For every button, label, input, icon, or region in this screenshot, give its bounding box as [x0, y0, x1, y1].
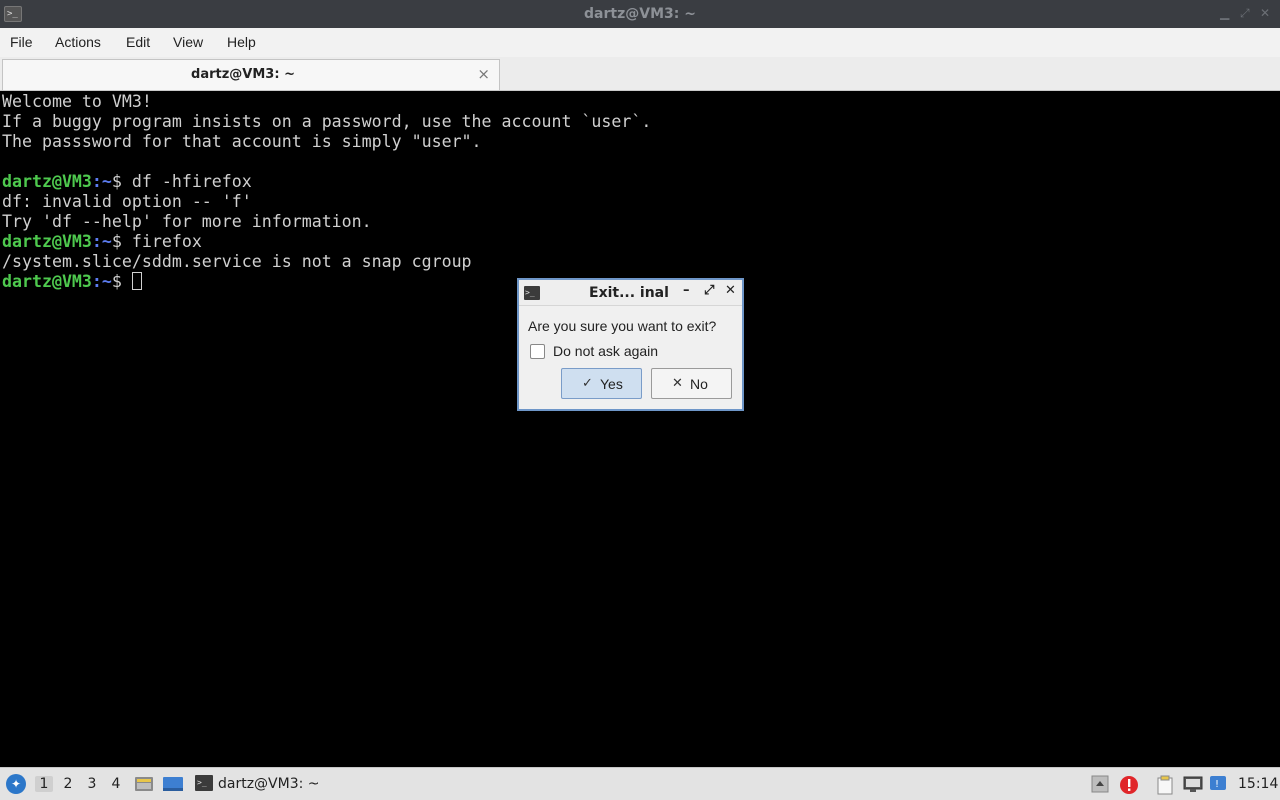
tab-close-icon[interactable]: ×	[477, 65, 490, 83]
yes-button[interactable]: ✓ Yes	[561, 368, 642, 399]
terminal-line: /system.slice/sddm.service is not a snap…	[2, 252, 1280, 272]
command-text: $ df -hfirefox	[111, 172, 252, 191]
tab-bar: dartz@VM3: ~ ×	[0, 57, 1280, 91]
do-not-ask-label[interactable]: Do not ask again	[553, 343, 658, 359]
terminal-line: The passsword for that account is simply…	[2, 132, 1280, 152]
text-cursor	[131, 272, 142, 290]
minimize-icon[interactable]: ▁	[1220, 6, 1229, 20]
menu-actions[interactable]: Actions	[55, 34, 101, 50]
terminal-line: Welcome to VM3!	[2, 92, 1280, 112]
dialog-title: Exit... inal	[589, 285, 669, 301]
window-title: dartz@VM3: ~	[584, 6, 696, 22]
menu-view[interactable]: View	[173, 34, 203, 50]
taskbar-task-terminal[interactable]: >_ dartz@VM3: ~	[192, 771, 392, 797]
clipboard-icon[interactable]	[1156, 775, 1174, 795]
update-icon[interactable]: !	[1209, 775, 1227, 793]
output-text: If a buggy program insists on a password…	[2, 112, 652, 131]
output-text: The passsword for that account is simply…	[2, 132, 482, 151]
terminal-line: dartz@VM3:~$ df -hfirefox	[2, 172, 1280, 192]
no-button-label: No	[690, 376, 708, 392]
menu-edit[interactable]: Edit	[126, 34, 150, 50]
terminal-output[interactable]: Welcome to VM3! If a buggy program insist…	[0, 92, 1280, 766]
alert-icon[interactable]	[1119, 775, 1138, 794]
dialog-titlebar[interactable]: >_ Exit... inal – ⤢ ✕	[519, 280, 742, 306]
taskbar: ✦ 1 2 3 4 >_ dartz@VM3: ~ ! 15:14	[0, 767, 1280, 800]
svg-text:!: !	[1215, 779, 1219, 790]
workspace-4[interactable]: 4	[107, 776, 125, 792]
dialog-message: Are you sure you want to exit?	[528, 318, 717, 334]
do-not-ask-checkbox[interactable]	[530, 344, 545, 359]
tab-label: dartz@VM3: ~	[191, 67, 295, 82]
terminal-line: df: invalid option -- 'f'	[2, 192, 1280, 212]
workspace-2[interactable]: 2	[59, 776, 77, 792]
prompt-user: dartz@VM3	[2, 272, 92, 291]
show-desktop-icon[interactable]	[162, 775, 183, 793]
terminal-icon: >_	[524, 286, 540, 300]
prompt-user: dartz@VM3	[2, 232, 92, 251]
maximize-icon[interactable]: ⤢	[1240, 6, 1250, 21]
workspace-1[interactable]: 1	[35, 776, 53, 792]
network-icon[interactable]	[1183, 775, 1203, 793]
file-manager-icon[interactable]	[134, 775, 154, 793]
prompt-user: dartz@VM3	[2, 172, 92, 191]
output-text: /system.slice/sddm.service is not a snap…	[2, 252, 472, 271]
output-text: Try 'df --help' for more information.	[2, 212, 372, 231]
menu-help[interactable]: Help	[227, 34, 256, 50]
start-menu-icon[interactable]: ✦	[6, 774, 26, 794]
terminal-line: Try 'df --help' for more information.	[2, 212, 1280, 232]
cross-icon: ✕	[672, 375, 683, 390]
terminal-icon: >_	[195, 775, 213, 791]
exit-dialog: >_ Exit... inal – ⤢ ✕ Are you sure you w…	[517, 278, 744, 411]
no-button[interactable]: ✕ No	[651, 368, 732, 399]
yes-button-label: Yes	[600, 376, 623, 392]
terminal-line: If a buggy program insists on a password…	[2, 112, 1280, 132]
menu-bar: File Actions Edit View Help	[0, 28, 1280, 57]
clock: 15:14	[1238, 776, 1279, 792]
command-text: $ firefox	[111, 232, 202, 251]
command-text: $	[111, 272, 132, 291]
workspace-3[interactable]: 3	[83, 776, 101, 792]
dialog-maximize-icon[interactable]: ⤢	[704, 283, 714, 298]
prompt-path: :~	[91, 232, 112, 251]
prompt-path: :~	[91, 272, 112, 291]
dialog-minimize-icon[interactable]: –	[683, 283, 690, 298]
terminal-line: dartz@VM3:~$ firefox	[2, 232, 1280, 252]
menu-file[interactable]: File	[10, 34, 33, 50]
output-text: df: invalid option -- 'f'	[2, 192, 252, 211]
dialog-close-icon[interactable]: ✕	[725, 283, 736, 298]
output-text: Welcome to VM3!	[2, 92, 152, 111]
checkmark-icon: ✓	[582, 375, 593, 390]
tab-terminal[interactable]: dartz@VM3: ~ ×	[2, 59, 500, 90]
close-icon[interactable]: ✕	[1260, 6, 1270, 20]
task-label: dartz@VM3: ~	[218, 776, 320, 792]
prompt-path: :~	[91, 172, 112, 191]
window-titlebar[interactable]: >_ dartz@VM3: ~ ▁ ⤢ ✕	[0, 0, 1280, 28]
tray-arrow-icon[interactable]	[1091, 775, 1109, 793]
